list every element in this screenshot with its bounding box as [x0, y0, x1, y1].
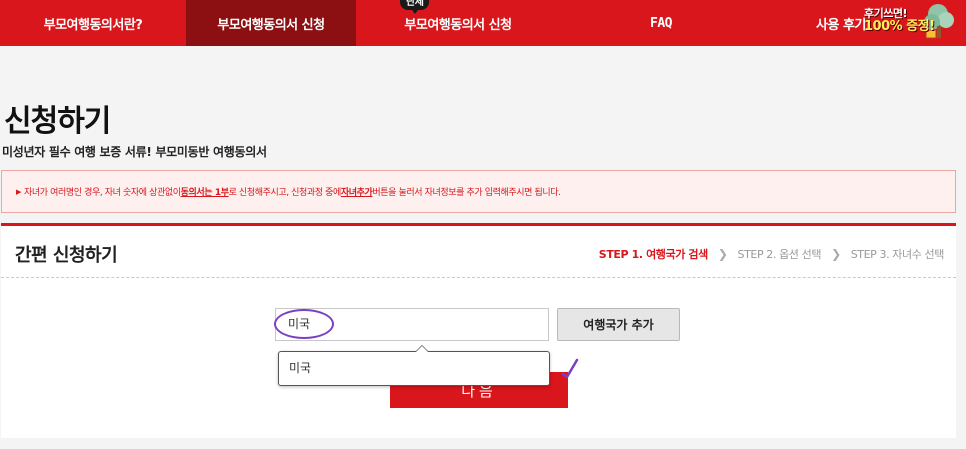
nav-item-about[interactable]: 부모여행동의서란? [0, 0, 186, 46]
nav-item-reviews[interactable]: 사용 후기 후기쓰면! 100% 증정! [762, 0, 966, 46]
notice-text-2: 로 신청해주시고, 신청과정 중에 [228, 188, 342, 198]
nav-item-group-apply[interactable]: 단체 부모여행동의서 신청 [356, 0, 560, 46]
notice-emphasis-2: 자녀추가 [340, 188, 373, 198]
triangle-right-icon: ▶ [16, 187, 21, 196]
country-suggestion-item[interactable]: 미국 [278, 345, 550, 386]
page-subtitle: 미성년자 필수 여행 보증 서류! 부모미동반 여행동의서 [2, 145, 267, 159]
nav-item-label: 부모여행동의서란? [43, 17, 143, 33]
step-1: STEP 1. 여행국가 검색 [598, 248, 708, 261]
review-promo-banner[interactable]: 후기쓰면! 100% 증정! [864, 0, 956, 46]
quick-apply-panel: 간편 신청하기 STEP 1. 여행국가 검색 ❯ STEP 2. 옵션 선택 … [1, 223, 956, 438]
nav-item-label: FAQ [650, 15, 672, 31]
chevron-right-icon: ❯ [717, 247, 728, 261]
country-search-input[interactable]: 미국 [275, 308, 549, 341]
panel-title: 간편 신청하기 [15, 245, 118, 266]
step-3: STEP 3. 자녀수 선택 [850, 248, 945, 261]
chevron-right-icon: ❯ [831, 247, 841, 261]
notice-emphasis-1: 동의서는 1부 [180, 188, 229, 198]
group-badge: 단체 [400, 0, 430, 14]
nav-item-apply[interactable]: 부모여행동의서 신청 [186, 0, 356, 46]
nav-item-label: 부모여행동의서 신청 [217, 17, 325, 33]
notice-box: ▶ 자녀가 여러명인 경우, 자녀 숫자에 상관없이 동의서는 1부 로 신청해… [1, 170, 956, 213]
panel-header: 간편 신청하기 STEP 1. 여행국가 검색 ❯ STEP 2. 옵션 선택 … [1, 226, 956, 278]
promo-text: 후기쓰면! 100% 증정! [864, 7, 935, 33]
notice-text-3: 버튼을 눌러서 자녀정보를 추가 입력해주시면 됩니다. [372, 188, 561, 198]
step-indicator: STEP 1. 여행국가 검색 ❯ STEP 2. 옵션 선택 ❯ STEP 3… [598, 246, 945, 262]
step-2: STEP 2. 옵션 선택 [737, 248, 822, 261]
nav-item-label: 부모여행동의서 신청 [404, 17, 512, 33]
nav-item-label: 사용 후기 [816, 17, 866, 33]
add-country-button[interactable]: 여행국가 추가 [557, 308, 680, 341]
notice-text-1: 자녀가 여러명인 경우, 자녀 숫자에 상관없이 [23, 188, 181, 198]
top-nav: 부모여행동의서란? 부모여행동의서 신청 단체 부모여행동의서 신청 FAQ 사… [0, 0, 966, 46]
nav-item-faq[interactable]: FAQ [560, 0, 762, 46]
checkmark-icon [561, 358, 579, 379]
promo-line2: 100% 증정! [864, 19, 935, 34]
page-title: 신청하기 [4, 104, 111, 139]
